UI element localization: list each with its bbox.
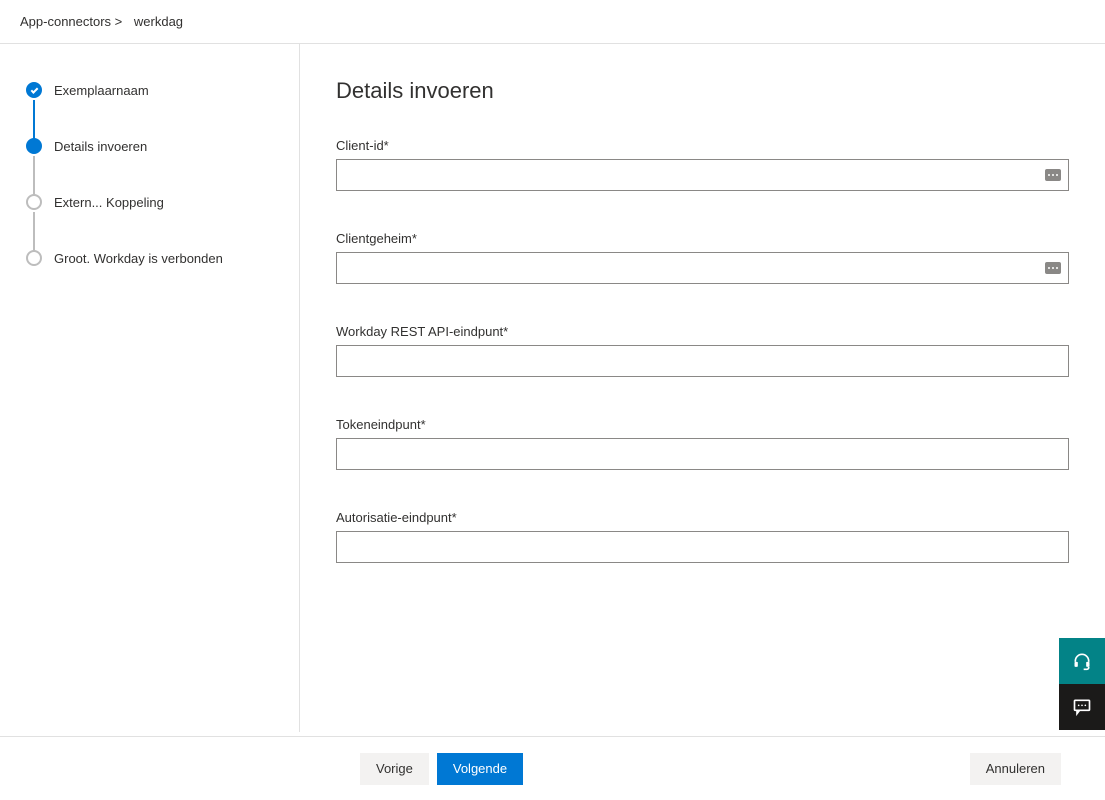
input-rest-endpoint[interactable]	[336, 345, 1069, 377]
breadcrumb-current: werkdag	[134, 14, 183, 29]
step-label: Details invoeren	[54, 139, 147, 154]
field-client-secret: Clientgeheim*	[336, 231, 1069, 284]
breadcrumb: App-connectors > werkdag	[0, 0, 1105, 44]
breadcrumb-root[interactable]: App-connectors >	[20, 14, 122, 29]
field-token-endpoint: Tokeneindpunt*	[336, 417, 1069, 470]
field-client-id: Client-id*	[336, 138, 1069, 191]
step-label: Exemplaarnaam	[54, 83, 149, 98]
step-workday-verbonden[interactable]: Groot. Workday is verbonden	[26, 250, 279, 266]
label-token-endpoint: Tokeneindpunt*	[336, 417, 1069, 432]
step-extern-koppeling[interactable]: Extern... Koppeling	[26, 194, 279, 210]
checkmark-icon	[26, 82, 42, 98]
wizard-footer: Vorige Volgende Annuleren	[0, 736, 1105, 800]
input-client-secret[interactable]	[336, 252, 1069, 284]
chat-icon	[1072, 697, 1092, 717]
step-label: Extern... Koppeling	[54, 195, 164, 210]
step-details-invoeren[interactable]: Details invoeren	[26, 138, 279, 154]
page-title: Details invoeren	[336, 78, 1069, 104]
headset-icon	[1072, 651, 1092, 671]
step-label: Groot. Workday is verbonden	[54, 251, 223, 266]
input-client-id[interactable]	[336, 159, 1069, 191]
field-auth-endpoint: Autorisatie-eindpunt*	[336, 510, 1069, 563]
next-button[interactable]: Volgende	[437, 753, 523, 785]
label-client-id: Client-id*	[336, 138, 1069, 153]
prev-button[interactable]: Vorige	[360, 753, 429, 785]
password-reveal-icon[interactable]	[1045, 262, 1061, 274]
password-reveal-icon[interactable]	[1045, 169, 1061, 181]
field-rest-endpoint: Workday REST API-eindpunt*	[336, 324, 1069, 377]
input-auth-endpoint[interactable]	[336, 531, 1069, 563]
label-auth-endpoint: Autorisatie-eindpunt*	[336, 510, 1069, 525]
help-headset-button[interactable]	[1059, 638, 1105, 684]
circle-outline-icon	[26, 194, 42, 210]
label-client-secret: Clientgeheim*	[336, 231, 1069, 246]
feedback-chat-button[interactable]	[1059, 684, 1105, 730]
cancel-button[interactable]: Annuleren	[970, 753, 1061, 785]
input-token-endpoint[interactable]	[336, 438, 1069, 470]
help-fab-stack	[1059, 638, 1105, 730]
circle-filled-icon	[26, 138, 42, 154]
label-rest-endpoint: Workday REST API-eindpunt*	[336, 324, 1069, 339]
main-content: Details invoeren Client-id* Clientgeheim…	[300, 44, 1105, 732]
step-exemplaarnaam[interactable]: Exemplaarnaam	[26, 82, 279, 98]
circle-outline-icon	[26, 250, 42, 266]
wizard-stepper: Exemplaarnaam Details invoeren Extern...…	[0, 44, 300, 732]
